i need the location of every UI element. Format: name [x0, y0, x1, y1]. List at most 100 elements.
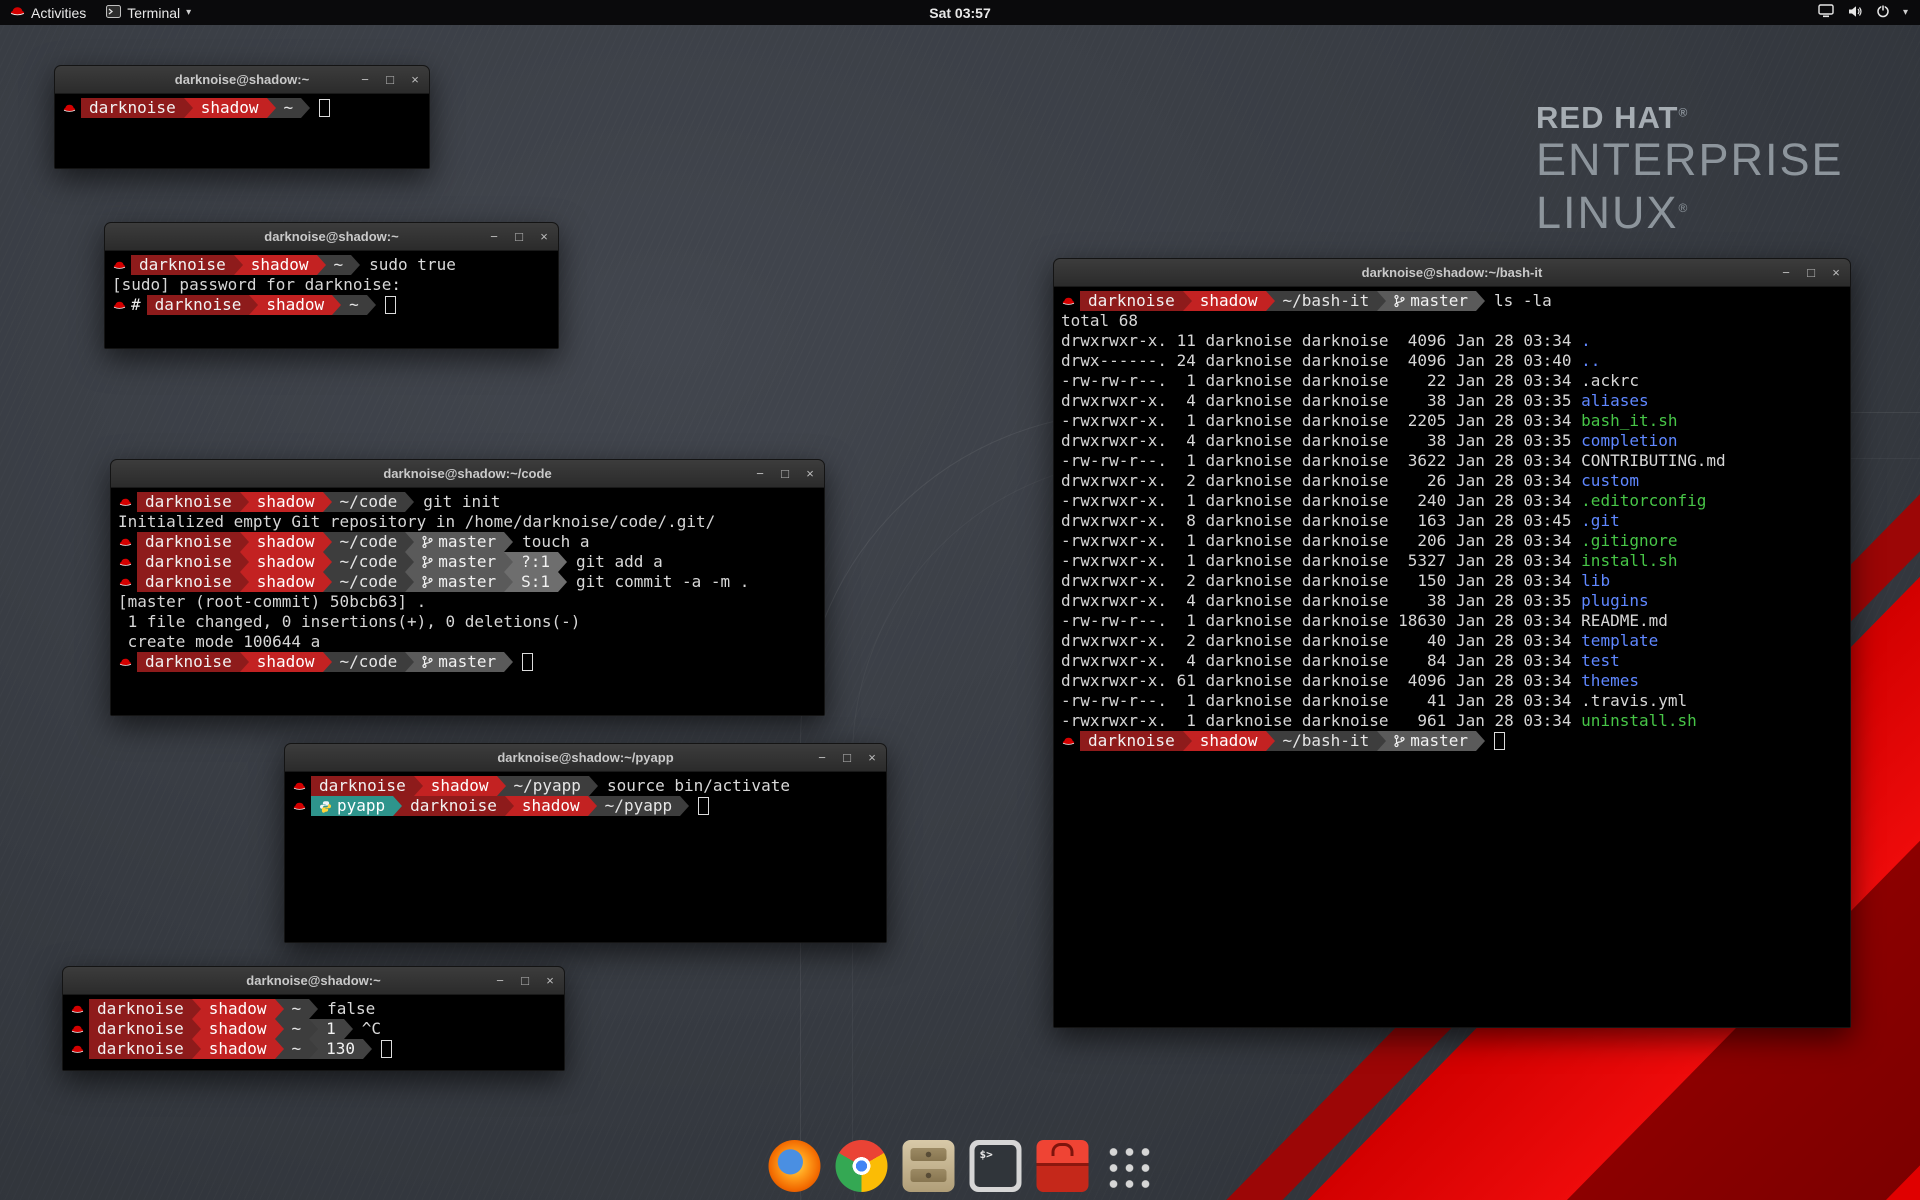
- segment-arrow: [309, 999, 318, 1019]
- titlebar[interactable]: darknoise@shadow:~ − □ ×: [63, 967, 564, 995]
- titlebar[interactable]: darknoise@shadow:~/code − □ ×: [111, 460, 824, 488]
- segment-arrow: [275, 1039, 284, 1059]
- file-name: .git: [1581, 511, 1620, 530]
- segment-arrow: [323, 492, 332, 512]
- prompt-segment-path: ~/code: [332, 492, 406, 512]
- rhel-branding: RED HAT® ENTERPRISE LINUX®: [1536, 100, 1844, 237]
- terminal-body[interactable]: darknoiseshadow~/bash-itmasterls -latota…: [1054, 287, 1850, 1027]
- ls-row: drwxrwxr-x. 11 darknoise darknoise 4096 …: [1061, 331, 1843, 351]
- terminal-window-home-2[interactable]: darknoise@shadow:~ − □ × darknoiseshadow…: [62, 966, 565, 1071]
- ls-row: drwxrwxr-x. 61 darknoise darknoise 4096 …: [1061, 671, 1843, 691]
- redhat-prompt-icon: [112, 295, 131, 315]
- terminal-body[interactable]: darknoiseshadow~falsedarknoiseshadow~1^C…: [63, 995, 564, 1070]
- close-button[interactable]: ×: [408, 73, 422, 87]
- system-status-area[interactable]: ▾: [1818, 0, 1920, 25]
- ls-row: -rw-rw-r--. 1 darknoise darknoise 22 Jan…: [1061, 371, 1843, 391]
- segment-arrow: [589, 776, 598, 796]
- segment-arrow: [323, 572, 332, 592]
- branch-icon: [422, 575, 433, 589]
- maximize-button[interactable]: □: [383, 73, 397, 87]
- segment-arrow: [405, 572, 414, 592]
- segment-arrow: [405, 492, 414, 512]
- titlebar[interactable]: darknoise@shadow:~ − □ ×: [55, 66, 429, 94]
- minimize-button[interactable]: −: [815, 751, 829, 765]
- terminal-body[interactable]: darknoiseshadow~/codegit initInitialized…: [111, 488, 824, 715]
- titlebar[interactable]: darknoise@shadow:~/bash-it − □ ×: [1054, 259, 1850, 287]
- terminal-window-home-1[interactable]: darknoise@shadow:~ − □ × darknoiseshadow…: [54, 65, 430, 169]
- terminal-icon[interactable]: [970, 1140, 1022, 1192]
- activities-button[interactable]: Activities: [0, 0, 96, 25]
- segment-arrow: [367, 295, 376, 315]
- window-title: darknoise@shadow:~: [175, 72, 309, 87]
- maximize-button[interactable]: □: [778, 467, 792, 481]
- file-name: .editorconfig: [1581, 491, 1706, 510]
- close-button[interactable]: ×: [1829, 266, 1843, 280]
- output-line: [master (root-commit) 50bcb63] .: [118, 592, 817, 612]
- app-menu-terminal[interactable]: Terminal ▾: [96, 0, 201, 25]
- prompt-segment-host: shadow: [423, 776, 497, 796]
- close-button[interactable]: ×: [803, 467, 817, 481]
- toolbox-icon[interactable]: [1037, 1140, 1089, 1192]
- prompt-line: darknoiseshadow~/codegit init: [118, 492, 817, 512]
- window-title: darknoise@shadow:~: [264, 229, 398, 244]
- minimize-button[interactable]: −: [358, 73, 372, 87]
- file-name: .ackrc: [1581, 371, 1639, 390]
- titlebar[interactable]: darknoise@shadow:~ − □ ×: [105, 223, 558, 251]
- segment-arrow: [234, 255, 243, 275]
- segment-arrow: [240, 552, 249, 572]
- maximize-button[interactable]: □: [840, 751, 854, 765]
- close-button[interactable]: ×: [865, 751, 879, 765]
- terminal-cursor: [319, 99, 330, 117]
- segment-arrow: [405, 652, 414, 672]
- prompt-segment-path: ~/bash-it: [1275, 731, 1378, 751]
- python-icon: [319, 800, 332, 813]
- terminal-window-pyapp[interactable]: darknoise@shadow:~/pyapp − □ × darknoise…: [284, 743, 887, 943]
- minimize-button[interactable]: −: [493, 974, 507, 988]
- terminal-body[interactable]: darknoiseshadow~: [55, 94, 429, 168]
- redhat-prompt-icon: [118, 552, 137, 572]
- segment-arrow: [505, 796, 514, 816]
- prompt-segment-user: darknoise: [137, 492, 240, 512]
- terminal-cursor: [1494, 732, 1505, 750]
- minimize-button[interactable]: −: [487, 230, 501, 244]
- prompt-segment-host: shadow: [1192, 291, 1266, 311]
- segment-arrow: [301, 98, 310, 118]
- terminal-window-sudo[interactable]: darknoise@shadow:~ − □ × darknoiseshadow…: [104, 222, 559, 349]
- prompt-segment-git: master: [1386, 291, 1476, 311]
- command-text: source bin/activate: [598, 776, 790, 796]
- maximize-button[interactable]: □: [1804, 266, 1818, 280]
- maximize-button[interactable]: □: [518, 974, 532, 988]
- clock[interactable]: Sat 03:57: [919, 0, 1000, 25]
- brand-enterprise: ENTERPRISE: [1536, 134, 1844, 185]
- apps-icon[interactable]: [1104, 1142, 1152, 1190]
- titlebar[interactable]: darknoise@shadow:~/pyapp − □ ×: [285, 744, 886, 772]
- chrome-icon[interactable]: [836, 1140, 888, 1192]
- ls-row: -rw-rw-r--. 1 darknoise darknoise 41 Jan…: [1061, 691, 1843, 711]
- window-title: darknoise@shadow:~/pyapp: [497, 750, 673, 765]
- terminal-window-bash-it[interactable]: darknoise@shadow:~/bash-it − □ × darknoi…: [1053, 258, 1851, 1028]
- prompt-segment-path: ~/code: [332, 532, 406, 552]
- files-icon[interactable]: [903, 1140, 955, 1192]
- window-title: darknoise@shadow:~: [246, 973, 380, 988]
- prompt-segment-host: shadow: [193, 98, 267, 118]
- prompt-segment-path: ~: [341, 295, 367, 315]
- segment-arrow: [363, 1039, 372, 1059]
- close-button[interactable]: ×: [543, 974, 557, 988]
- close-button[interactable]: ×: [537, 230, 551, 244]
- command-text: git init: [414, 492, 500, 512]
- chevron-down-icon: ▾: [1903, 7, 1908, 18]
- segment-arrow: [1183, 731, 1192, 751]
- file-name: themes: [1581, 671, 1639, 690]
- minimize-button[interactable]: −: [753, 467, 767, 481]
- branch-icon: [422, 555, 433, 569]
- maximize-button[interactable]: □: [512, 230, 526, 244]
- segment-arrow: [405, 552, 414, 572]
- firefox-icon[interactable]: [769, 1140, 821, 1192]
- terminal-window-code[interactable]: darknoise@shadow:~/code − □ × darknoises…: [110, 459, 825, 716]
- terminal-body[interactable]: darknoiseshadow~sudo true[sudo] password…: [105, 251, 558, 348]
- ls-row: drwxrwxr-x. 2 darknoise darknoise 150 Ja…: [1061, 571, 1843, 591]
- prompt-segment-path: ~/code: [332, 572, 406, 592]
- terminal-body[interactable]: darknoiseshadow~/pyappsource bin/activat…: [285, 772, 886, 942]
- prompt-line: darknoiseshadow~: [62, 98, 422, 118]
- minimize-button[interactable]: −: [1779, 266, 1793, 280]
